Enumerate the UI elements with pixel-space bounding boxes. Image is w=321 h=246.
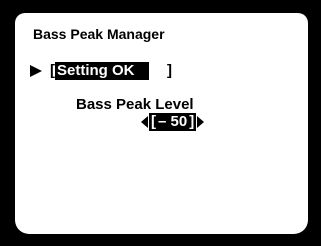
setting-ok-option[interactable]: Setting OK	[55, 62, 149, 80]
setting-close-bracket: ]	[167, 62, 172, 79]
cursor-arrow-icon	[30, 65, 42, 77]
menu-title: Bass Peak Manager	[33, 26, 165, 42]
decrease-left-triangle-icon[interactable]	[141, 116, 148, 128]
bass-peak-level-control[interactable]: [ – 50 ]	[141, 113, 205, 131]
level-open-bracket: [	[151, 113, 156, 130]
bass-peak-level-label: Bass Peak Level	[76, 96, 194, 113]
level-close-bracket: ]	[189, 113, 195, 130]
setting-row[interactable]: [ Setting OK ]	[30, 61, 172, 81]
increase-right-triangle-icon[interactable]	[197, 116, 205, 128]
bass-peak-level-value: – 50	[158, 113, 188, 130]
osd-screen: Bass Peak Manager [ Setting OK ] Bass Pe…	[0, 0, 321, 246]
bass-peak-level-value-box[interactable]: [ – 50 ]	[149, 113, 197, 131]
menu-panel: Bass Peak Manager [ Setting OK ] Bass Pe…	[15, 13, 308, 234]
